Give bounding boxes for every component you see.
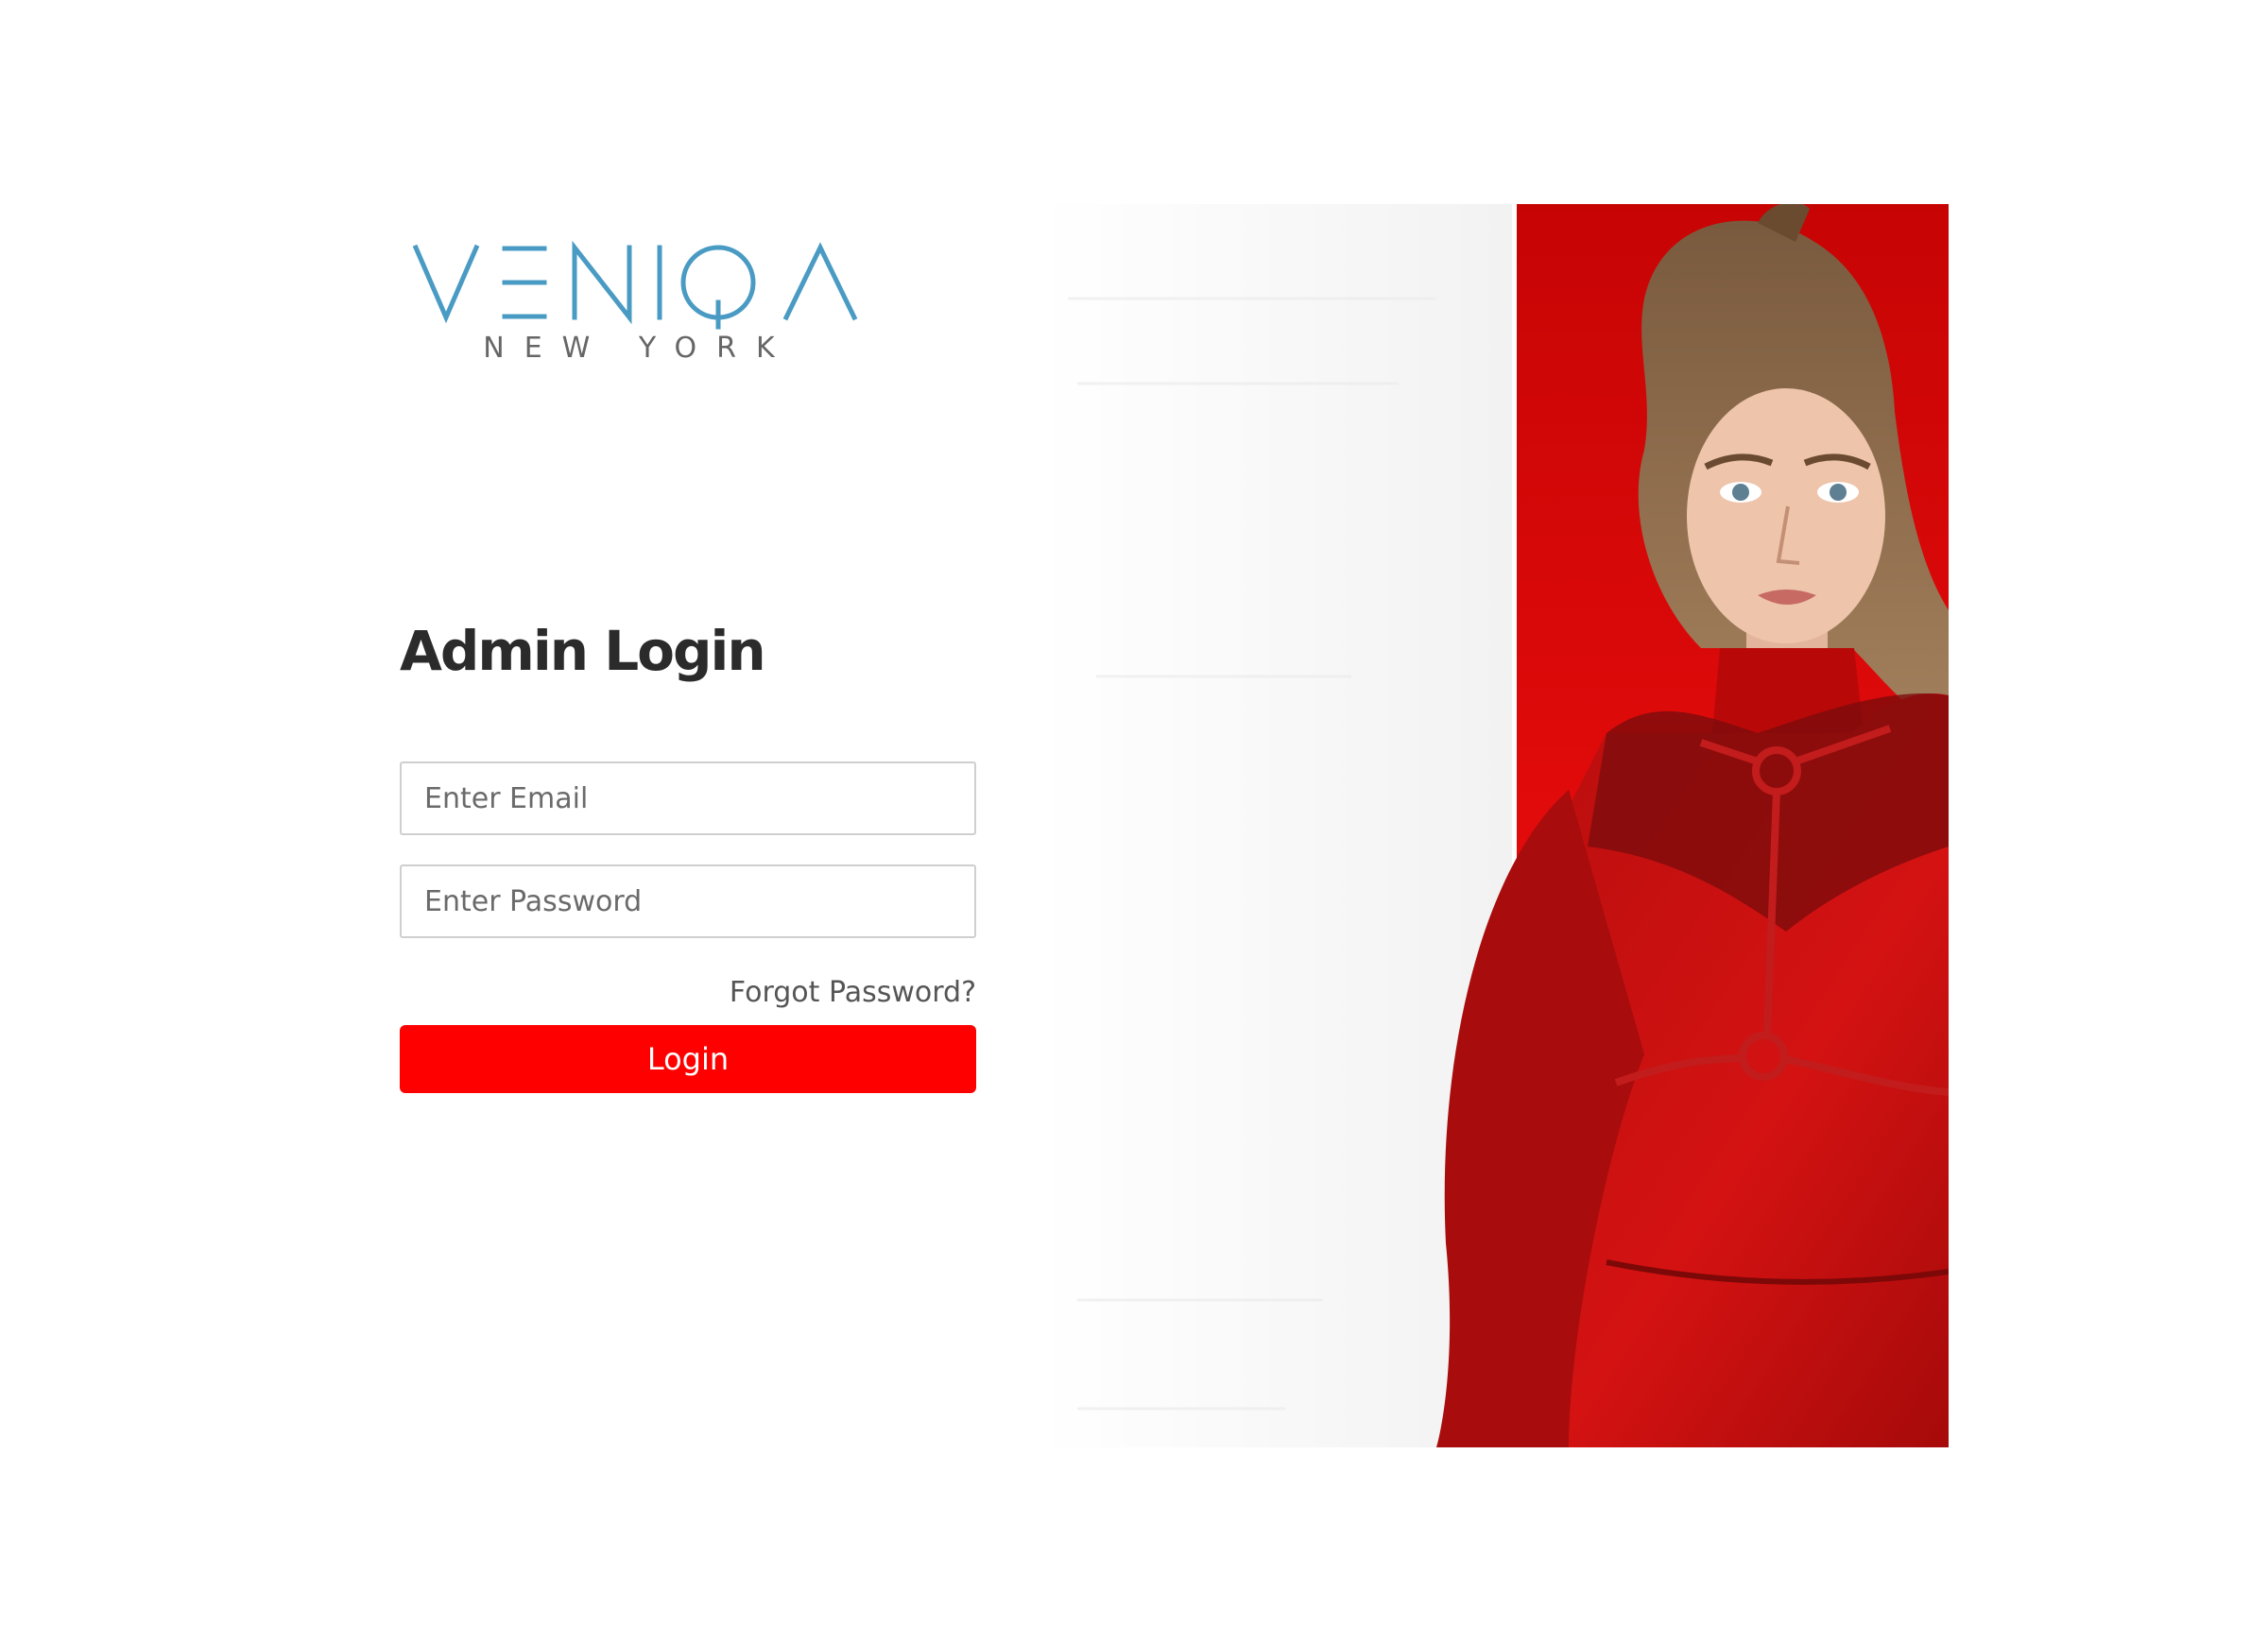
forgot-row: Forgot Password? <box>400 976 976 1014</box>
fashion-model-photo-icon <box>1040 204 1949 1447</box>
brand-logo: NEW YORK <box>412 236 862 361</box>
hero-image <box>1040 204 1949 1447</box>
forgot-password-link[interactable]: Forgot Password? <box>730 976 976 1009</box>
login-page: NEW YORK Admin Login Forgot Password? Lo… <box>0 0 2268 1625</box>
page-title: Admin Login <box>400 619 766 683</box>
password-input[interactable] <box>400 864 976 938</box>
logo-text-secondary: NEW YORK <box>483 332 794 361</box>
email-input[interactable] <box>400 761 976 835</box>
login-form: Admin Login Forgot Password? Login <box>400 624 976 1093</box>
login-button[interactable]: Login <box>400 1025 976 1093</box>
